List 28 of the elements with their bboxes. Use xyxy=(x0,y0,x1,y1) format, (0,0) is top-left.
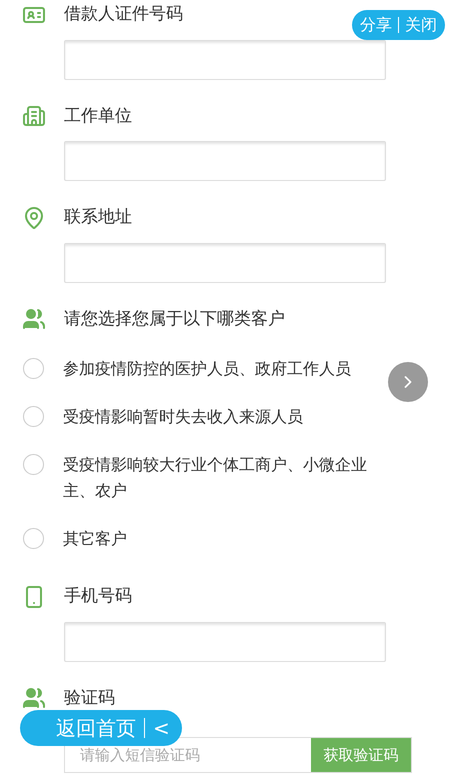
field-label: 工作单位 xyxy=(64,104,132,128)
share-link[interactable]: 分享 xyxy=(360,13,392,37)
option-label: 受疫情影响暂时失去收入来源人员 xyxy=(63,406,304,428)
field-label: 借款人证件号码 xyxy=(64,3,183,26)
map-pin-icon xyxy=(22,206,46,230)
field-label: 联系地址 xyxy=(64,206,132,229)
field-label: 验证码 xyxy=(64,686,115,710)
option-label: 受疫情影响较大行业个体工商户、小微企业主、农户 xyxy=(63,454,368,502)
option-label: 参加疫情防控的医护人员、政府工作人员 xyxy=(63,358,352,380)
building-icon xyxy=(22,104,46,128)
option-label: 其它客户 xyxy=(63,528,128,550)
users-icon xyxy=(22,686,46,710)
input-field[interactable] xyxy=(64,622,386,662)
field-label: 请您选择您属于以下哪类客户 xyxy=(64,308,285,330)
home-button[interactable]: 返回首页 < xyxy=(20,710,182,746)
input-field[interactable] xyxy=(64,242,386,282)
next-button[interactable] xyxy=(388,362,428,402)
radio-button[interactable] xyxy=(23,454,44,475)
radio-button[interactable] xyxy=(23,406,44,427)
close-link[interactable]: 关闭 xyxy=(405,13,437,37)
radio-button[interactable] xyxy=(23,358,44,379)
get-code-button[interactable]: 获取验证码 xyxy=(311,738,411,772)
users-icon xyxy=(22,307,46,332)
input-field[interactable] xyxy=(64,40,386,80)
verify-code-field[interactable]: 请输入短信验证码 获取验证码 xyxy=(64,737,412,773)
field-label: 手机号码 xyxy=(64,585,132,608)
input-field[interactable] xyxy=(64,141,386,181)
radio-button[interactable] xyxy=(23,528,44,549)
